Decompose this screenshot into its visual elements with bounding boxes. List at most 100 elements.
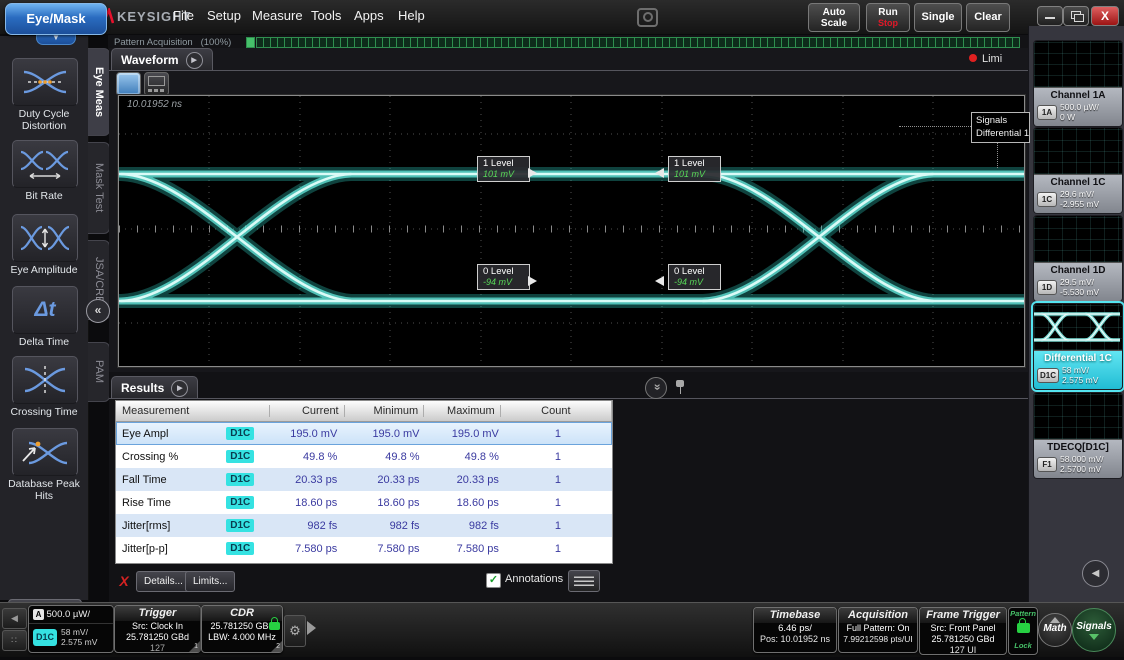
pattern-lock-icon	[1017, 623, 1030, 633]
run-stop-button[interactable]: Run Stop	[866, 3, 910, 32]
source-status-panel[interactable]: A 500.0 µW/ D1C 58 mV/ 2.575 mV	[28, 605, 114, 653]
current-value: 195.0 mV	[265, 428, 342, 440]
annotations-checkbox[interactable]: ✓	[486, 573, 501, 588]
table-row-jitter-rms[interactable]: Jitter[rms] D1C 982 fs 982 fs 982 fs 1	[116, 514, 612, 537]
table-row-fall-time[interactable]: Fall Time D1C 20.33 ps 20.33 ps 20.33 ps…	[116, 468, 612, 491]
application-window: KEYSIGHT File Setup Measure Tools Apps H…	[0, 0, 1124, 660]
limits-button[interactable]: Limits...	[185, 571, 235, 592]
menu-help[interactable]: Help	[398, 8, 425, 23]
pin-icon[interactable]	[675, 379, 685, 395]
menu-apps[interactable]: Apps	[354, 8, 384, 23]
results-panel: Results ▶ « Measurement Current Minimum …	[109, 372, 1028, 602]
close-button[interactable]: X	[1091, 6, 1119, 26]
channel-badge: 1C	[1037, 192, 1057, 207]
results-tab[interactable]: Results ▶	[111, 376, 198, 399]
menu-tools[interactable]: Tools	[311, 8, 341, 23]
expand-right-icon[interactable]	[307, 621, 316, 635]
single-view-layout-button[interactable]	[116, 72, 141, 96]
current-value: 20.33 ps	[265, 474, 342, 486]
panel-collapse-button[interactable]: ◀	[1082, 560, 1109, 587]
tab-mask-test[interactable]: Mask Test	[88, 142, 110, 234]
signal-card-channel-1c[interactable]: Channel 1C 1C 29.6 mV/-2.955 mV	[1033, 127, 1123, 214]
table-row-crossing[interactable]: Crossing % D1C 49.8 % 49.8 % 49.8 % 1	[116, 445, 612, 468]
table-row-eye-ampl[interactable]: Eye Ampl D1C 195.0 mV 195.0 mV 195.0 mV …	[116, 422, 612, 445]
bit-rate-button[interactable]	[12, 140, 78, 188]
waveform-tab[interactable]: Waveform ▶	[111, 48, 213, 71]
tool-label: Eye Amplitude	[0, 264, 88, 276]
current-value: 49.8 %	[265, 451, 342, 463]
database-peak-hits-button[interactable]	[12, 428, 78, 476]
restore-button[interactable]	[1063, 6, 1089, 26]
waveform-graticule[interactable]: 10.01952 ns 1 Level 101 mV 1 Level 101 m…	[118, 95, 1025, 367]
multi-view-layout-button[interactable]	[144, 72, 169, 96]
table-row-jitter-pp[interactable]: Jitter[p-p] D1C 7.580 ps 7.580 ps 7.580 …	[116, 537, 612, 560]
collapse-results-button[interactable]: «	[645, 377, 667, 399]
tab-pam[interactable]: PAM	[88, 342, 110, 402]
column-header-current[interactable]: Current	[269, 405, 344, 417]
frame-trigger-status-panel[interactable]: Frame Trigger Src: Front Panel 25.781250…	[919, 607, 1007, 655]
channel-badge: F1	[1037, 457, 1057, 472]
minimum-value: 20.33 ps	[342, 474, 424, 486]
source-badge: D1C	[226, 450, 254, 463]
timebase-status-panel[interactable]: Timebase 6.46 ps/ Pos: 10.01952 ns	[753, 607, 837, 653]
duty-cycle-distortion-button[interactable]	[12, 58, 78, 106]
menu-measure[interactable]: Measure	[252, 8, 303, 23]
signal-title: Channel 1A	[1037, 90, 1119, 101]
measurement-name: Crossing %	[116, 451, 226, 463]
camera-icon[interactable]	[637, 8, 658, 27]
play-icon[interactable]: ▶	[171, 380, 188, 397]
column-header-count[interactable]: Count	[500, 405, 611, 417]
single-button[interactable]: Single	[914, 3, 962, 32]
current-value: 18.60 ps	[265, 497, 342, 509]
source-badge: D1C	[226, 427, 254, 440]
signal-thumbnail	[1034, 393, 1122, 440]
signal-card-channel-1a[interactable]: Channel 1A 1A 500.0 µW/0 W	[1033, 40, 1123, 127]
auto-scale-button[interactable]: Auto Scale	[808, 3, 860, 32]
clear-button[interactable]: Clear	[966, 3, 1010, 32]
table-row-rise-time[interactable]: Rise Time D1C 18.60 ps 18.60 ps 18.60 ps…	[116, 491, 612, 514]
minimum-value: 18.60 ps	[342, 497, 424, 509]
mode-selector-button[interactable]: Eye/Mask	[5, 3, 107, 35]
minimize-button[interactable]	[1037, 6, 1063, 26]
column-header-minimum[interactable]: Minimum	[344, 405, 424, 417]
signal-card-channel-1d[interactable]: Channel 1D 1D 29.5 mV/-5.530 mV	[1033, 215, 1123, 302]
count-value: 1	[504, 428, 612, 440]
trigger-status-panel[interactable]: Trigger Src: Clock In 25.781250 GBd 127 …	[114, 605, 201, 653]
crossing-time-button[interactable]	[12, 356, 78, 404]
delete-measurement-button[interactable]: X	[115, 572, 133, 590]
menu-setup[interactable]: Setup	[207, 8, 241, 23]
status-bar: ◀ ∷ A 500.0 µW/ D1C 58 mV/ 2.575 mV Trig…	[0, 602, 1124, 657]
sidebar-collapse-button[interactable]: «	[86, 299, 110, 323]
play-icon[interactable]: ▶	[186, 52, 203, 69]
table-view-button[interactable]	[568, 570, 600, 592]
delta-time-button[interactable]: Δt	[12, 286, 78, 334]
grid-view-button[interactable]: ∷	[2, 630, 27, 651]
cdr-settings-button[interactable]: ⚙	[284, 615, 306, 647]
acquisition-status-panel[interactable]: Acquisition Full Pattern: On 7.99212598 …	[838, 607, 918, 653]
maximum-value: 49.8 %	[425, 451, 504, 463]
math-button[interactable]: Math	[1038, 613, 1072, 647]
crossing-time-icon	[19, 365, 71, 395]
signal-memory-panel: Channel 1A 1A 500.0 µW/0 W Channel 1C 1C…	[1028, 26, 1124, 602]
tab-eye-meas[interactable]: Eye Meas	[88, 48, 110, 136]
tab-divider	[109, 398, 1028, 399]
signal-thumbnail	[1034, 128, 1122, 175]
tab-divider	[109, 70, 1028, 71]
cdr-status-panel[interactable]: CDR 25.781250 GBd LBW: 4.000 MHz 2	[201, 605, 283, 653]
column-header-measurement[interactable]: Measurement	[116, 405, 229, 417]
scroll-left-button[interactable]: ◀	[2, 608, 27, 629]
signals-button[interactable]: Signals	[1072, 608, 1116, 652]
column-header-maximum[interactable]: Maximum	[423, 405, 500, 417]
zero-level-marker-left: 0 Level -94 mV	[477, 264, 530, 290]
results-table-header: Measurement Current Minimum Maximum Coun…	[116, 401, 612, 422]
menu-file[interactable]: File	[173, 8, 194, 23]
measurement-name: Jitter[rms]	[116, 520, 226, 532]
title-bar: KEYSIGHT File Setup Measure Tools Apps H…	[0, 0, 1124, 34]
signal-thumbnail	[1034, 216, 1122, 263]
eye-amplitude-button[interactable]	[12, 214, 78, 262]
measurement-name: Eye Ampl	[116, 428, 226, 440]
details-button[interactable]: Details...	[136, 571, 191, 592]
signal-card-differential-1c[interactable]: Differential 1C D1C 58 mV/2.575 mV	[1033, 303, 1123, 390]
signal-card-tdecq[interactable]: TDECQ[D1C] F1 58.000 mV/2.5700 mV	[1033, 392, 1123, 479]
count-value: 1	[504, 520, 612, 532]
